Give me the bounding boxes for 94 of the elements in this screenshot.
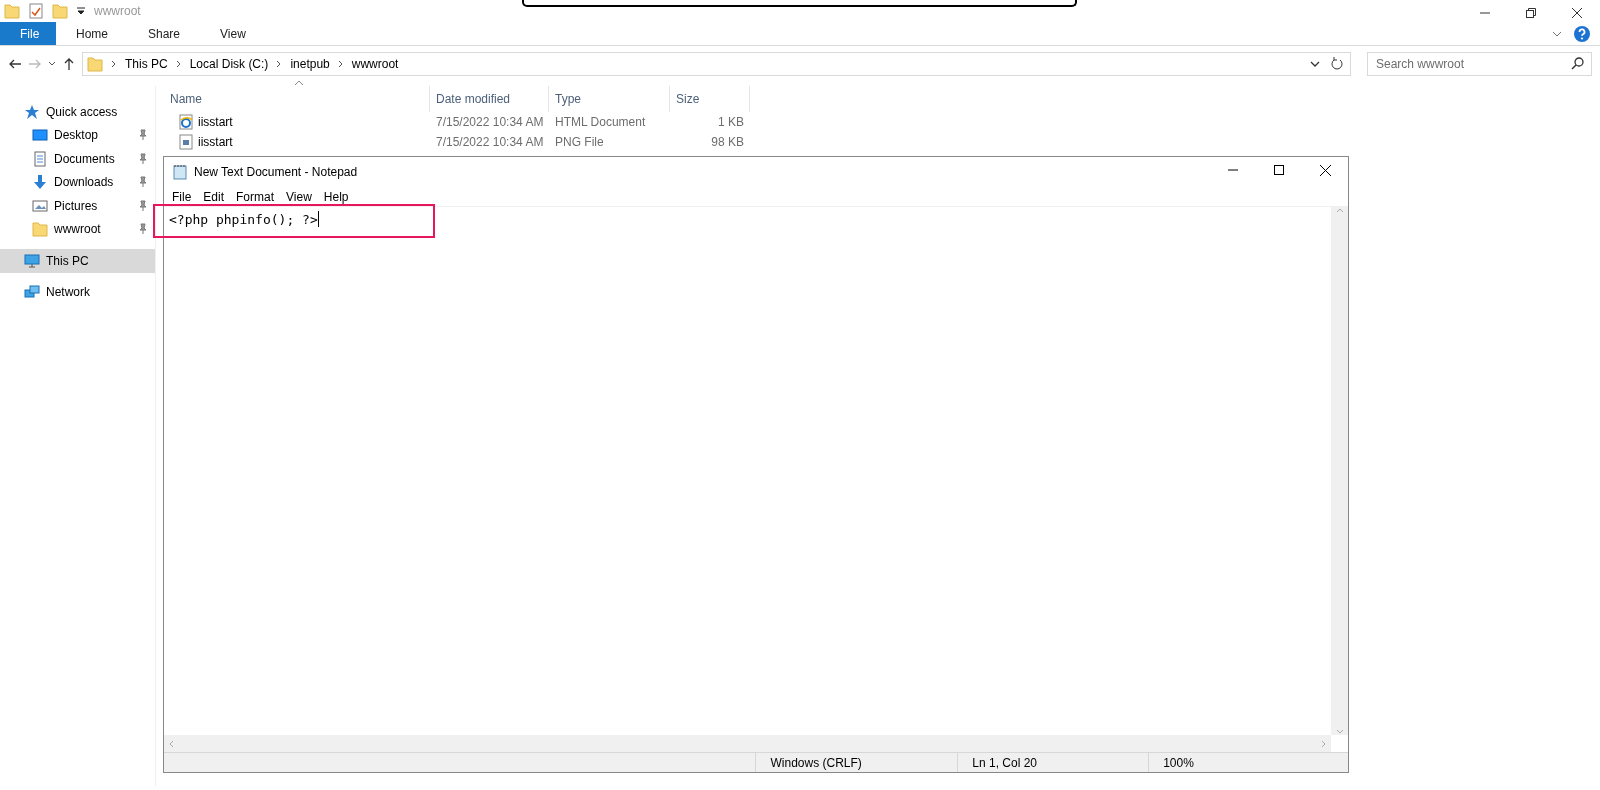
breadcrumb-item[interactable]: Local Disk (C:) <box>189 55 269 73</box>
ribbon-tab[interactable]: Share <box>128 22 201 45</box>
table-row-name[interactable]: iisstart <box>164 133 430 151</box>
sidebar-item[interactable]: Pictures <box>0 194 155 218</box>
pin-icon <box>137 199 149 212</box>
menu-item[interactable]: View <box>280 187 318 206</box>
star-icon <box>24 103 40 120</box>
vertical-scrollbar[interactable] <box>1331 207 1348 735</box>
sidebar-item[interactable]: Quick access <box>0 100 155 124</box>
scroll-up-icon[interactable] <box>1335 207 1344 215</box>
close-icon <box>1319 164 1331 176</box>
text-cursor <box>317 211 319 227</box>
status-text: 100% <box>1148 753 1348 772</box>
sidebar-label: Downloads <box>54 174 114 192</box>
scroll-right-icon[interactable] <box>1319 739 1327 748</box>
ribbon-tab[interactable]: View <box>200 22 266 45</box>
sidebar-label: Desktop <box>54 127 99 145</box>
scroll-left-icon[interactable] <box>168 739 176 748</box>
sidebar-label: Network <box>46 284 90 302</box>
notepad-icon <box>172 164 188 180</box>
status-text: Windows (CRLF) <box>755 753 958 772</box>
column-header[interactable]: Date modified <box>430 86 549 112</box>
table-cell-text: 1 KB <box>717 114 745 131</box>
window-title: wwwroot <box>94 3 141 20</box>
sidebar-item[interactable]: Desktop <box>0 123 155 147</box>
sidebar-item[interactable]: Documents <box>0 147 155 171</box>
desktop-icon <box>32 127 48 144</box>
search-icon[interactable] <box>1571 57 1584 70</box>
ribbon-tab[interactable]: Home <box>56 22 128 45</box>
sidebar-item[interactable]: This PC <box>0 249 155 273</box>
text-editor[interactable]: <?php phpinfo(); ?> <box>164 207 1331 735</box>
pin-icon <box>137 223 149 236</box>
table-row-name[interactable]: iisstart <box>164 113 430 131</box>
file-name: iisstart <box>198 114 233 131</box>
breadcrumb-item[interactable]: wwwroot <box>351 55 399 73</box>
folder-icon <box>32 221 48 238</box>
checklist-icon[interactable] <box>28 3 44 19</box>
help-icon[interactable] <box>1574 26 1590 42</box>
picture-icon <box>32 197 48 214</box>
forward-arrow-icon[interactable] <box>28 57 42 71</box>
column-header[interactable]: Type <box>549 86 670 112</box>
pin-icon <box>137 176 149 189</box>
chevron-right-icon <box>276 60 283 68</box>
dropdown-icon[interactable] <box>76 5 86 17</box>
sidebar-label: Quick access <box>46 103 118 121</box>
window-title: New Text Document - Notepad <box>194 164 358 181</box>
column-header[interactable]: Name <box>164 86 430 112</box>
folder-icon <box>87 56 103 72</box>
ribbon-tab[interactable]: File <box>0 22 56 45</box>
up-arrow-icon[interactable] <box>62 57 76 71</box>
table-cell-text: 7/15/2022 10:34 AM <box>435 134 545 151</box>
sidebar-item[interactable]: Downloads <box>0 170 155 194</box>
sidebar-label: Pictures <box>54 197 98 215</box>
network-icon <box>24 284 40 301</box>
menu-item[interactable]: File <box>166 187 198 206</box>
pin-icon <box>137 152 149 165</box>
table-cell-text: HTML Document <box>554 114 647 131</box>
breadcrumb-item[interactable]: inetpub <box>290 55 330 73</box>
maximize-icon <box>1274 165 1284 175</box>
table-cell-text: 7/15/2022 10:34 AM <box>435 114 545 131</box>
chevron-right-icon <box>111 60 117 68</box>
pin-icon <box>137 129 149 142</box>
close-icon <box>1572 8 1582 18</box>
status-text: Ln 1, Col 20 <box>957 753 1149 772</box>
horizontal-scrollbar[interactable] <box>164 735 1331 752</box>
sidebar-label: Documents <box>54 150 115 168</box>
chevron-down-icon[interactable] <box>48 60 56 68</box>
sidebar-label: wwwroot <box>54 221 101 239</box>
menu-item[interactable]: Format <box>230 187 281 206</box>
document-icon <box>32 150 48 167</box>
column-header[interactable]: Size <box>670 86 750 112</box>
file-name: iisstart <box>198 134 233 151</box>
sidebar-item[interactable]: Network <box>0 280 155 304</box>
refresh-icon[interactable] <box>1330 57 1344 71</box>
sidebar-label: This PC <box>46 252 89 270</box>
scroll-down-icon[interactable] <box>1335 727 1344 735</box>
menu-item[interactable]: Edit <box>197 187 231 206</box>
html-file-icon <box>178 114 194 130</box>
editor-text: <?php phpinfo(); ?> <box>169 212 318 227</box>
menu-item[interactable]: Help <box>317 187 355 206</box>
chevron-right-icon <box>337 60 344 68</box>
address-bar[interactable]: This PC Local Disk (C:) inetpub wwwroot <box>82 52 1351 76</box>
table-cell-text: 98 KB <box>710 134 745 151</box>
image-file-icon <box>178 134 194 150</box>
sidebar-item[interactable]: wwwroot <box>0 217 155 241</box>
download-arrow-icon <box>32 174 48 191</box>
chevron-right-icon <box>175 60 182 68</box>
chevron-down-icon[interactable] <box>1310 60 1320 68</box>
restore-icon <box>1526 8 1536 18</box>
computer-icon <box>24 252 40 269</box>
back-arrow-icon[interactable] <box>8 57 22 71</box>
table-cell-text: PNG File <box>554 134 605 151</box>
search-field[interactable]: Search wwwroot <box>1367 52 1592 76</box>
breadcrumb-item[interactable]: This PC <box>125 55 168 73</box>
